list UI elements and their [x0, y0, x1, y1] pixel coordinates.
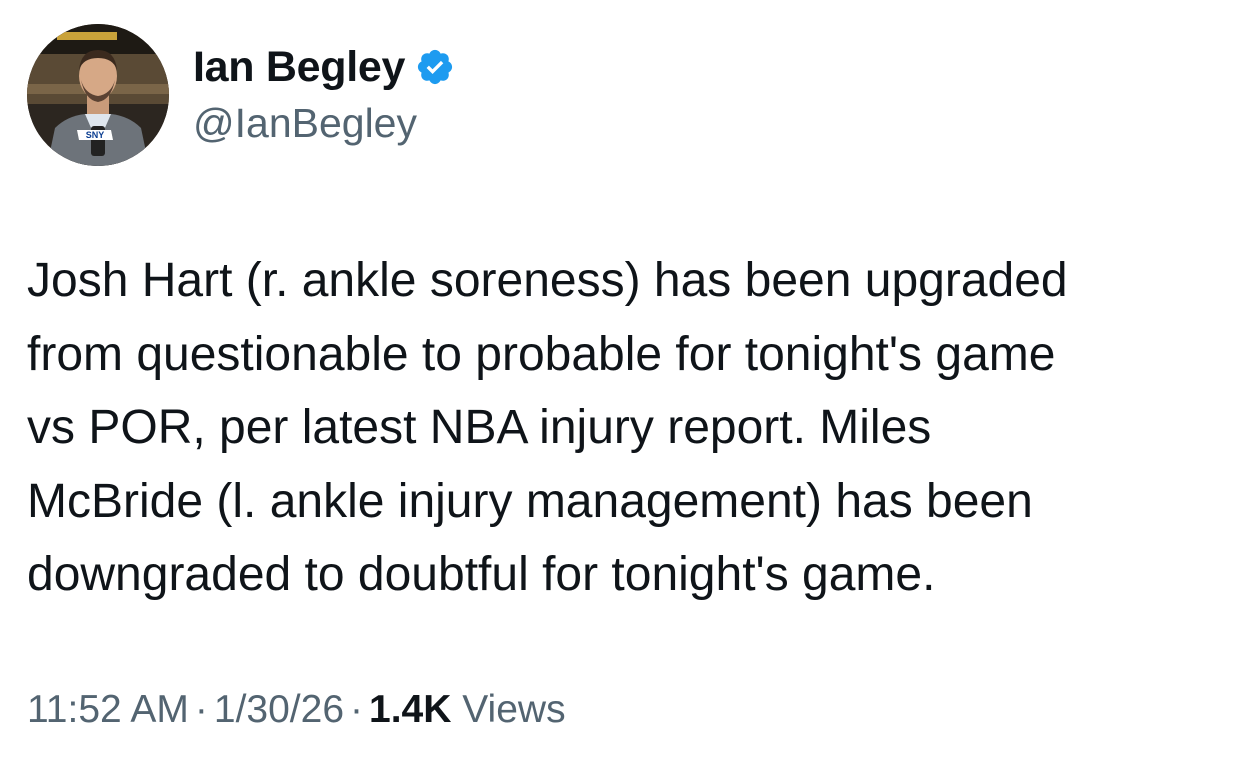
svg-text:SNY: SNY [86, 130, 105, 140]
avatar[interactable]: SNY [27, 24, 169, 166]
views-label: Views [462, 688, 566, 731]
meta-separator: · [350, 688, 364, 731]
tweet-meta: 11:52 AM · 1/30/26 · 1.4K Views [27, 688, 566, 732]
author-handle[interactable]: @IanBegley [193, 100, 417, 147]
tweet-text: Josh Hart (r. ankle soreness) has been u… [27, 254, 1068, 601]
tweet-time[interactable]: 11:52 AM [27, 688, 189, 731]
author-name-row: Ian Begley [193, 40, 455, 94]
meta-separator: · [194, 688, 208, 731]
display-name[interactable]: Ian Begley [193, 43, 405, 92]
tweet-date[interactable]: 1/30/26 [214, 688, 344, 731]
verified-badge-icon[interactable] [415, 47, 455, 87]
view-count: 1.4K [369, 688, 452, 731]
profile-photo-icon: SNY [27, 24, 169, 166]
